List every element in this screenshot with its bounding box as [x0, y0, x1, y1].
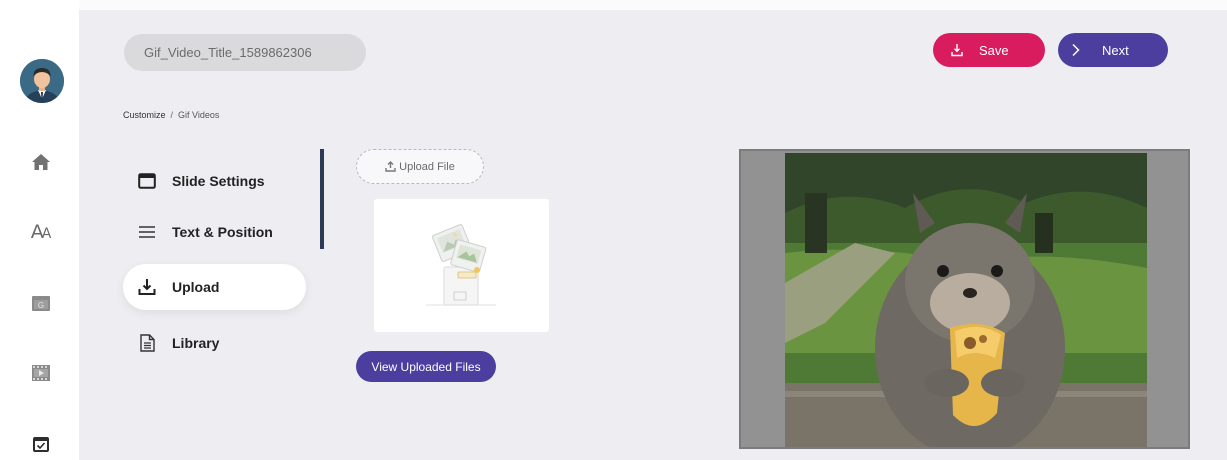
menu-item-slide-settings[interactable]: Slide Settings	[123, 158, 306, 204]
breadcrumb: Customize / Gif Videos	[123, 110, 219, 120]
lines-icon	[137, 222, 157, 242]
chevron-right-icon	[1071, 43, 1080, 57]
menu-item-label: Text & Position	[172, 224, 273, 240]
view-uploaded-files-button[interactable]: View Uploaded Files	[356, 351, 496, 382]
svg-text:G: G	[38, 301, 44, 310]
breadcrumb-current: Gif Videos	[178, 110, 220, 120]
upload-icon	[385, 161, 396, 172]
menu-item-label: Library	[172, 335, 220, 351]
breadcrumb-parent[interactable]: Customize	[123, 110, 166, 120]
menu-item-library[interactable]: Library	[123, 320, 306, 366]
menu-item-label: Slide Settings	[172, 173, 265, 189]
gif-icon[interactable]: G	[27, 289, 55, 317]
video-icon[interactable]	[27, 359, 55, 387]
empty-files-illustration	[426, 224, 496, 306]
upload-file-button[interactable]: Upload File	[356, 149, 484, 184]
save-button[interactable]: Save	[933, 33, 1045, 67]
upload-file-label: Upload File	[399, 160, 455, 173]
left-sidebar: AA G	[0, 0, 79, 460]
download-icon	[137, 277, 157, 297]
next-label: Next	[1102, 42, 1129, 58]
avatar[interactable]	[20, 59, 64, 103]
calendar-check-icon[interactable]	[27, 430, 55, 458]
menu-item-label: Upload	[172, 279, 220, 295]
home-icon[interactable]	[27, 148, 55, 176]
font-icon[interactable]: AA	[27, 218, 55, 246]
breadcrumb-separator: /	[170, 110, 174, 120]
upload-placeholder-card	[374, 199, 549, 332]
save-label: Save	[979, 42, 1009, 58]
menu-item-upload[interactable]: Upload	[123, 264, 306, 310]
gif-preview-panel	[739, 149, 1190, 449]
menu-scroll-indicator[interactable]	[320, 149, 324, 249]
top-strip	[79, 0, 1227, 10]
menu-item-text-position[interactable]: Text & Position	[123, 209, 306, 255]
document-icon	[137, 333, 157, 353]
gif-preview-image	[785, 153, 1147, 447]
avatar-image	[20, 59, 64, 103]
project-title-field[interactable]: Gif_Video_Title_1589862306	[124, 34, 366, 71]
download-icon	[951, 43, 963, 57]
window-icon	[137, 171, 157, 191]
next-button[interactable]: Next	[1058, 33, 1168, 67]
